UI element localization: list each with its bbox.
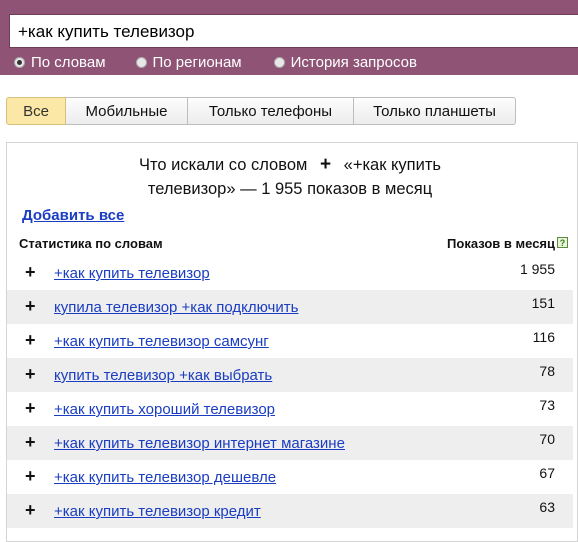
summary-prefix: Что искали со словом	[139, 156, 308, 174]
table-row: + +как купить телевизор дешевле 67	[7, 460, 573, 494]
search-mode-radios: По словам По регионам История запросов	[14, 52, 447, 72]
plus-icon: +	[319, 154, 332, 175]
radio-label: По регионам	[152, 53, 242, 71]
phrase-link[interactable]: +как купить телевизор самсунг	[54, 333, 269, 350]
radio-by-regions[interactable]: По регионам	[135, 52, 242, 72]
phrase-link[interactable]: +как купить телевизор дешевле	[54, 469, 276, 486]
add-phrase-plus-icon[interactable]: +	[25, 365, 36, 383]
table-row: + +как купить телевизор интернет магазин…	[7, 426, 573, 460]
radio-label: По словам	[31, 53, 106, 71]
header-bar: По словам По регионам История запросов	[0, 0, 578, 75]
add-phrase-plus-icon[interactable]: +	[25, 331, 36, 349]
radio-dot-checked-icon	[14, 56, 25, 68]
add-phrase-plus-icon[interactable]: +	[25, 501, 36, 519]
impressions-count: 78	[539, 363, 555, 379]
add-phrase-plus-icon[interactable]: +	[25, 467, 36, 485]
table-row: + +как купить телевизор кредит 63	[7, 494, 573, 528]
phrase-link[interactable]: +как купить хороший телевизор	[54, 401, 275, 418]
radio-query-history[interactable]: История запросов	[273, 52, 417, 72]
add-phrase-plus-icon[interactable]: +	[25, 263, 36, 281]
add-phrase-plus-icon[interactable]: +	[25, 297, 36, 315]
add-phrase-plus-icon[interactable]: +	[25, 399, 36, 417]
impressions-count: 63	[539, 499, 555, 515]
help-icon[interactable]: ?	[557, 237, 568, 248]
add-phrase-plus-icon[interactable]: +	[25, 433, 36, 451]
impressions-count: 70	[539, 431, 555, 447]
radio-by-words[interactable]: По словам	[14, 52, 106, 72]
phrase-link[interactable]: купить телевизор +как выбрать	[54, 367, 272, 384]
add-all-link[interactable]: Добавить все	[22, 207, 124, 224]
tab-tablets-only[interactable]: Только планшеты	[354, 97, 516, 125]
results-panel: Что искали со словом + «+как купить теле…	[6, 142, 578, 542]
table-row: + +как купить телевизор самсунг 116	[7, 324, 573, 358]
column-header-count: Показов в месяц	[447, 236, 555, 251]
table-row: + купила телевизор +как подключить 151	[7, 290, 573, 324]
impressions-count: 116	[532, 329, 555, 345]
table-row: + купить телевизор +как выбрать 78	[7, 358, 573, 392]
search-box[interactable]	[9, 14, 578, 48]
tab-phones-only[interactable]: Только телефоны	[188, 97, 354, 125]
radio-label: История запросов	[290, 53, 417, 71]
results-summary: Что искали со словом + «+как купить теле…	[7, 153, 573, 201]
table-row: + +как купить хороший телевизор 73	[7, 392, 573, 426]
phrase-link[interactable]: +как купить телевизор	[54, 265, 210, 282]
radio-dot-icon	[273, 56, 285, 68]
impressions-count: 67	[539, 465, 555, 481]
search-input[interactable]	[18, 21, 558, 43]
table-row: + +как купить телевизор 1 955	[7, 256, 573, 290]
results-table: + +как купить телевизор 1 955 + купила т…	[7, 256, 573, 528]
summary-query: «+как купить	[343, 156, 441, 174]
phrase-link[interactable]: купила телевизор +как подключить	[54, 299, 298, 316]
phrase-link[interactable]: +как купить телевизор интернет магазине	[54, 435, 345, 452]
summary-line2: телевизор» — 1 955 показов в месяц	[147, 180, 433, 198]
radio-dot-icon	[135, 56, 147, 68]
tab-all[interactable]: Все	[6, 97, 66, 125]
impressions-count: 151	[531, 295, 555, 311]
phrase-link[interactable]: +как купить телевизор кредит	[54, 503, 261, 520]
tab-mobile[interactable]: Мобильные	[66, 97, 188, 125]
impressions-count: 1 955	[519, 261, 555, 277]
device-tabs: Все Мобильные Только телефоны Только пла…	[6, 97, 516, 125]
impressions-count: 73	[539, 397, 555, 413]
column-header-stats: Статистика по словам	[19, 236, 163, 251]
